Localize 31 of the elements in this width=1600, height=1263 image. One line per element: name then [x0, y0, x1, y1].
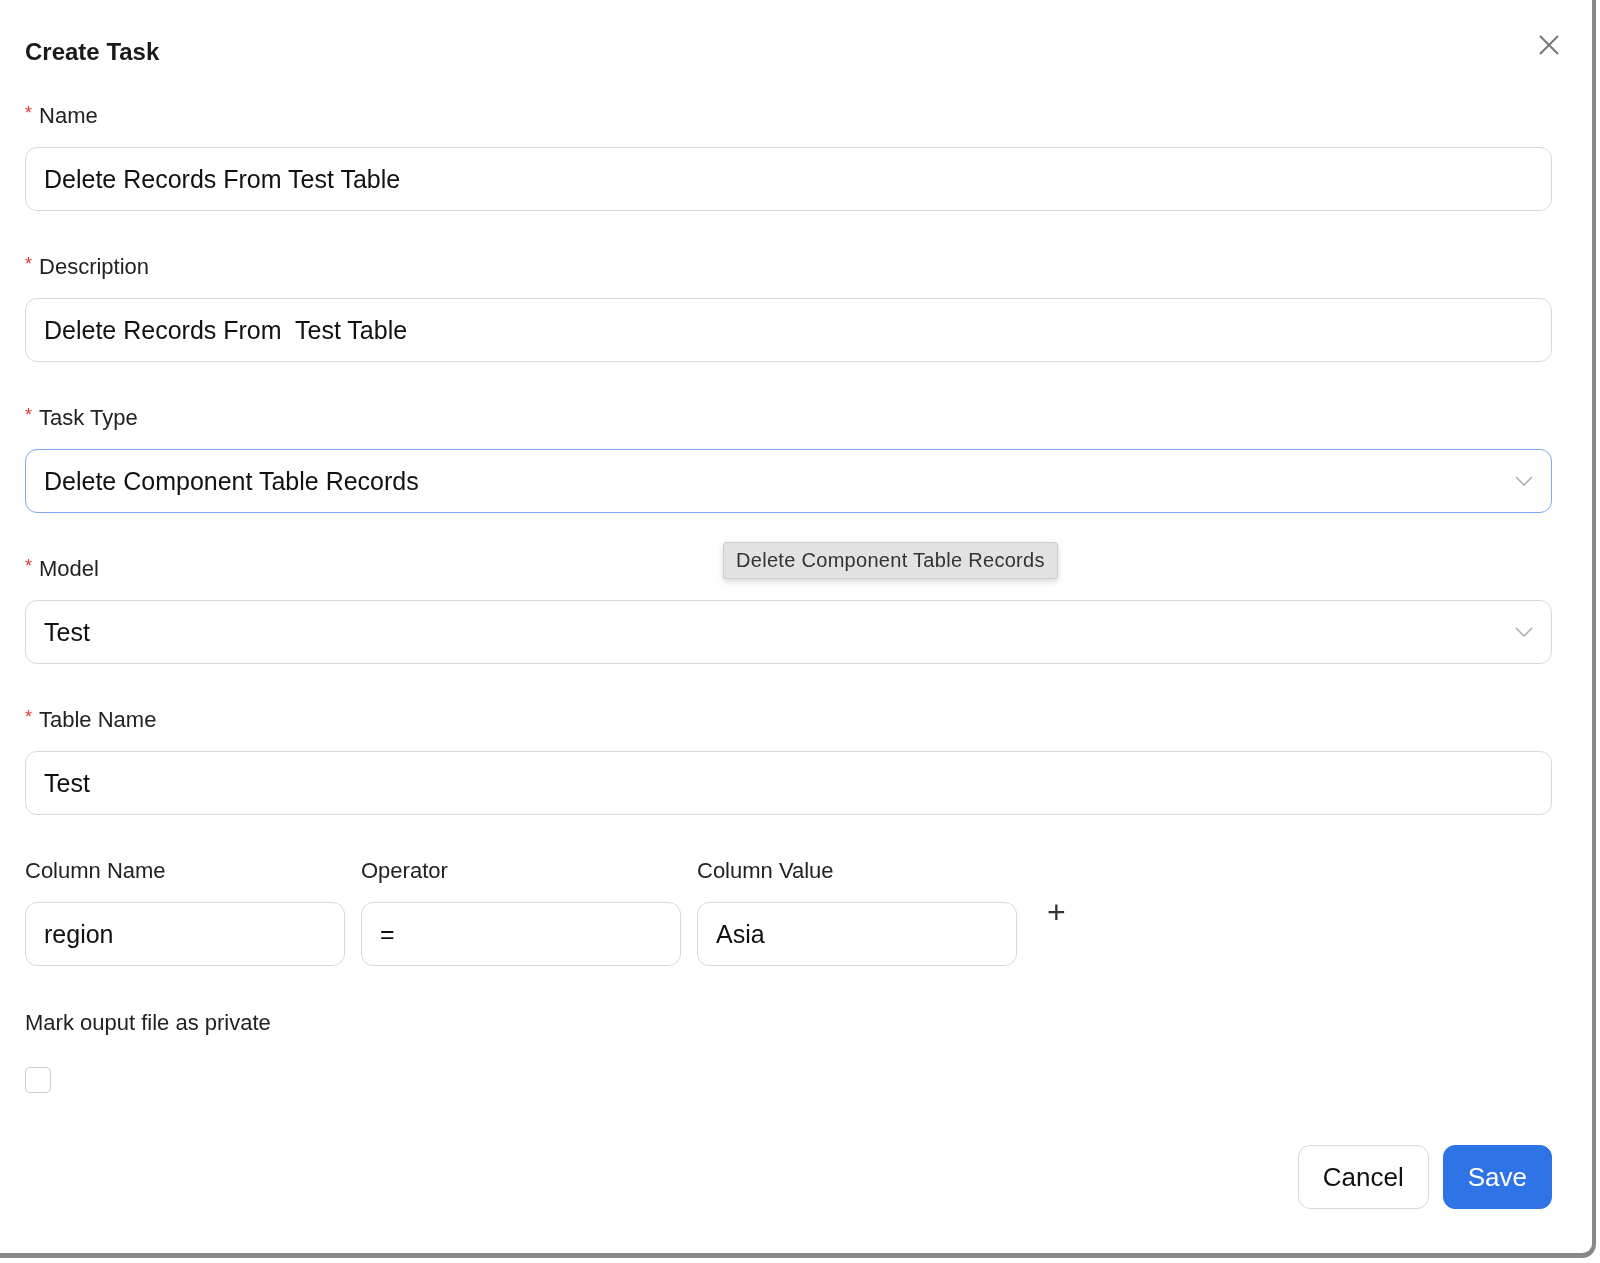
- cancel-button[interactable]: Cancel: [1297, 1145, 1429, 1209]
- required-asterisk: *: [25, 405, 32, 426]
- add-button[interactable]: +: [1041, 894, 1072, 931]
- input-field[interactable]: Delete Records From Test Table: [25, 147, 1552, 211]
- input-field[interactable]: region: [25, 902, 345, 966]
- required-asterisk: *: [25, 103, 32, 124]
- required-asterisk: *: [25, 254, 32, 275]
- field-label: Name: [39, 103, 98, 129]
- select-field[interactable]: Delete Component Table Records: [25, 449, 1552, 513]
- field-label: Table Name: [39, 707, 157, 733]
- field-label: Task Type: [39, 405, 138, 431]
- chevron-down-icon: [1515, 627, 1533, 637]
- field-label: Column Name: [25, 858, 167, 884]
- field-label: Column Value: [697, 858, 835, 884]
- dialog-title: Create Task: [25, 38, 160, 66]
- save-button[interactable]: Save: [1442, 1145, 1552, 1209]
- select-field[interactable]: Test: [25, 600, 1552, 664]
- checkbox-label: Mark ouput file as private: [25, 1010, 271, 1036]
- tooltip: Delete Component Table Records: [723, 542, 1058, 579]
- input-field[interactable]: Asia: [697, 902, 1017, 966]
- field-label: Model: [39, 556, 99, 582]
- checkbox[interactable]: [25, 1067, 51, 1093]
- field-label: Description: [39, 254, 150, 280]
- close-icon[interactable]: [1538, 34, 1560, 56]
- input-field[interactable]: Delete Records From Test Table: [25, 298, 1552, 362]
- input-field[interactable]: =: [361, 902, 681, 966]
- field-label: Operator: [361, 858, 449, 884]
- chevron-down-icon: [1515, 476, 1533, 486]
- required-asterisk: *: [25, 707, 32, 728]
- required-asterisk: *: [25, 556, 32, 577]
- input-field[interactable]: Test: [25, 751, 1552, 815]
